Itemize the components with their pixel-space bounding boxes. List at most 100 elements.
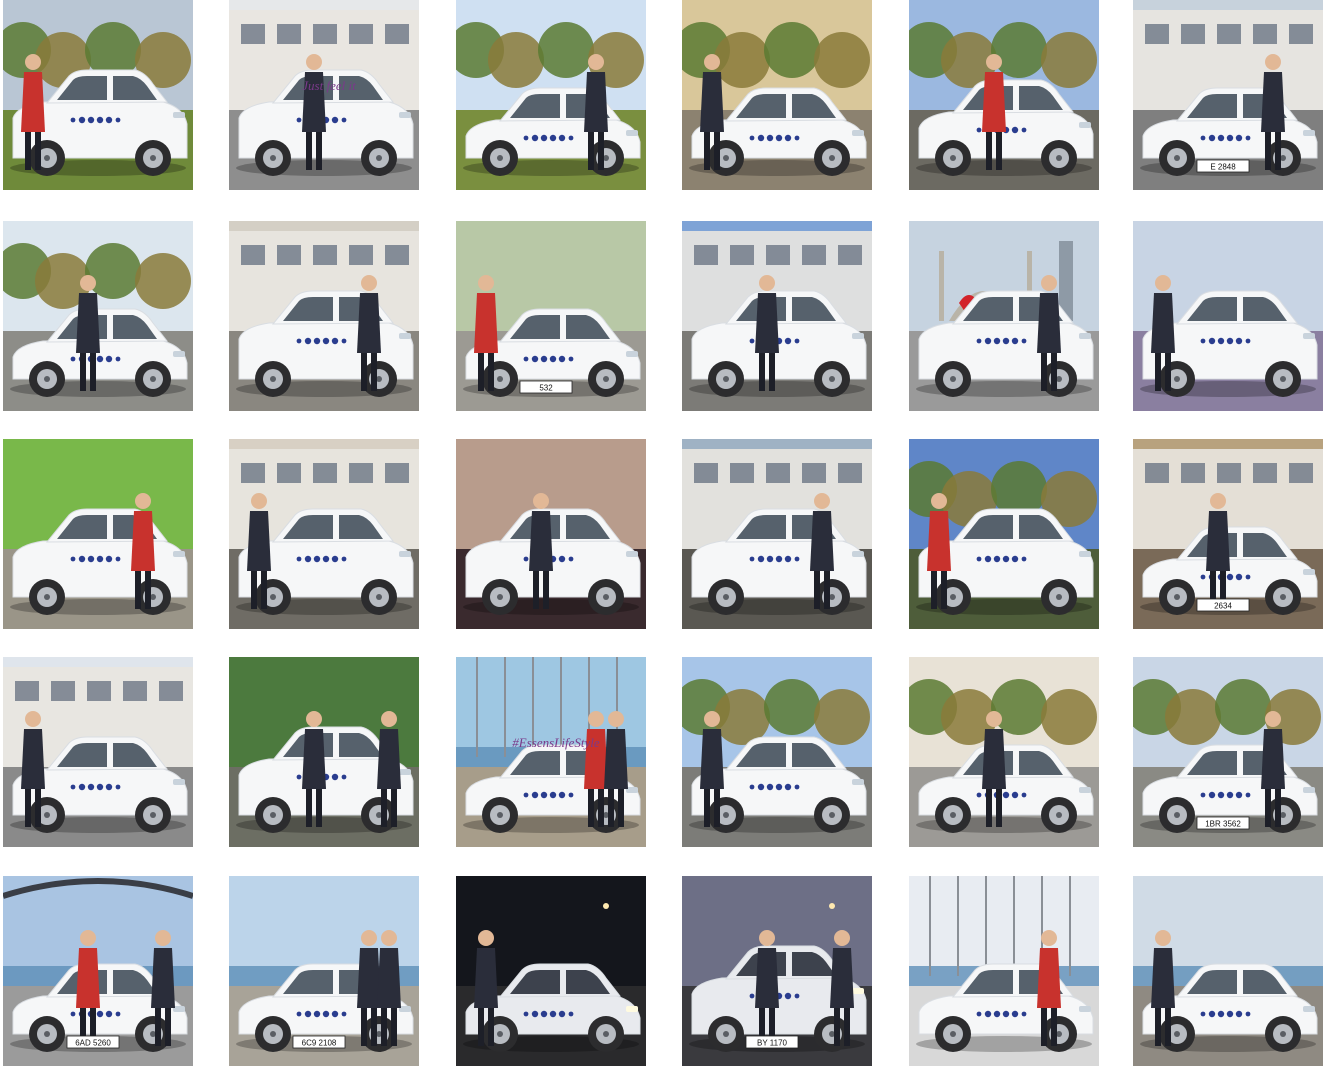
photo-illustration: [3, 657, 193, 847]
wheel: [1265, 361, 1301, 397]
gallery-photo[interactable]: [682, 657, 872, 847]
license-plate: BY 1170: [745, 1035, 799, 1049]
photo-illustration: 6AD 5260: [3, 876, 193, 1066]
wheel: [29, 1016, 65, 1052]
wheel: [708, 140, 744, 176]
svg-text:BY 1170: BY 1170: [757, 1039, 788, 1048]
gallery-photo[interactable]: 1BR 3562: [1133, 657, 1323, 847]
license-plate: 1BR 3562: [1196, 816, 1250, 830]
gallery-photo[interactable]: 6C9 2108: [229, 876, 419, 1066]
gallery-photo[interactable]: Just feel it: [229, 0, 419, 190]
wheel: [482, 579, 518, 615]
wheel: [255, 797, 291, 833]
photo-illustration: [909, 657, 1099, 847]
gallery-photo[interactable]: 532: [456, 221, 646, 411]
wheel: [482, 1016, 518, 1052]
gallery-photo[interactable]: E 2848: [1133, 0, 1323, 190]
photo-illustration: [229, 657, 419, 847]
svg-text:E 2848: E 2848: [1210, 163, 1236, 172]
wheel: [1159, 579, 1195, 615]
wheel: [935, 797, 971, 833]
wheel: [361, 140, 397, 176]
photo-illustration: [456, 876, 646, 1066]
wheel: [814, 140, 850, 176]
wheel: [135, 140, 171, 176]
wheel: [708, 579, 744, 615]
photo-illustration: [3, 0, 193, 190]
gallery-photo[interactable]: [909, 221, 1099, 411]
wall-text: #EssensLifeStyle: [512, 735, 600, 750]
svg-text:532: 532: [539, 384, 553, 393]
license-plate: 2634: [1196, 598, 1250, 612]
gallery-photo[interactable]: [3, 0, 193, 190]
gallery-photo[interactable]: [682, 439, 872, 629]
svg-text:6C9 2108: 6C9 2108: [302, 1039, 337, 1048]
photo-illustration: [456, 439, 646, 629]
photo-illustration: [682, 657, 872, 847]
gallery-photo[interactable]: #EssensLifeStyle: [456, 657, 646, 847]
wheel: [1159, 797, 1195, 833]
gallery-photo[interactable]: [1133, 221, 1323, 411]
gallery-photo[interactable]: [456, 0, 646, 190]
wheel: [1041, 579, 1077, 615]
wheel: [255, 1016, 291, 1052]
photo-illustration: [1133, 221, 1323, 411]
photo-illustration: [909, 439, 1099, 629]
gallery-photo[interactable]: [909, 439, 1099, 629]
wheel: [1041, 140, 1077, 176]
gallery-photo[interactable]: BY 1170: [682, 876, 872, 1066]
wheel: [588, 579, 624, 615]
wheel: [482, 797, 518, 833]
photo-illustration: [229, 221, 419, 411]
photo-illustration: [909, 0, 1099, 190]
photo-illustration: Just feel it: [229, 0, 419, 190]
wall-text: Just feel it: [302, 78, 356, 93]
wheel: [935, 361, 971, 397]
photo-illustration: 1BR 3562: [1133, 657, 1323, 847]
license-plate: E 2848: [1196, 159, 1250, 173]
wheel: [935, 140, 971, 176]
gallery-photo[interactable]: [909, 876, 1099, 1066]
wheel: [708, 797, 744, 833]
wheel: [1159, 361, 1195, 397]
wheel: [135, 797, 171, 833]
wheel: [29, 579, 65, 615]
wheel: [29, 797, 65, 833]
wheel: [255, 361, 291, 397]
gallery-photo[interactable]: [229, 657, 419, 847]
license-plate: 6AD 5260: [66, 1035, 120, 1049]
light: [603, 903, 609, 909]
photo-gallery: Just feel it E 2848 532 2634 #EssensLifeStyl…: [0, 0, 1328, 1066]
photo-illustration: [3, 221, 193, 411]
gallery-photo[interactable]: [3, 439, 193, 629]
wheel: [814, 797, 850, 833]
gallery-photo[interactable]: [1133, 876, 1323, 1066]
photo-illustration: BY 1170: [682, 876, 872, 1066]
gallery-photo[interactable]: 6AD 5260: [3, 876, 193, 1066]
wheel: [935, 1016, 971, 1052]
gallery-photo[interactable]: [456, 439, 646, 629]
gallery-photo[interactable]: [456, 876, 646, 1066]
photo-illustration: [229, 439, 419, 629]
gallery-photo[interactable]: [3, 657, 193, 847]
light: [829, 903, 835, 909]
wheel: [29, 140, 65, 176]
photo-illustration: [909, 221, 1099, 411]
photo-illustration: [682, 439, 872, 629]
wheel: [29, 361, 65, 397]
gallery-photo[interactable]: [229, 221, 419, 411]
wheel: [1159, 1016, 1195, 1052]
wheel: [588, 361, 624, 397]
svg-text:1BR 3562: 1BR 3562: [1205, 820, 1241, 829]
photo-illustration: [3, 439, 193, 629]
gallery-photo[interactable]: [909, 0, 1099, 190]
gallery-photo[interactable]: [682, 221, 872, 411]
wheel: [1265, 579, 1301, 615]
gallery-photo[interactable]: [3, 221, 193, 411]
gallery-photo[interactable]: [682, 0, 872, 190]
gallery-photo[interactable]: [909, 657, 1099, 847]
gallery-photo[interactable]: [229, 439, 419, 629]
gallery-photo[interactable]: 2634: [1133, 439, 1323, 629]
wheel: [588, 1016, 624, 1052]
photo-illustration: [909, 876, 1099, 1066]
